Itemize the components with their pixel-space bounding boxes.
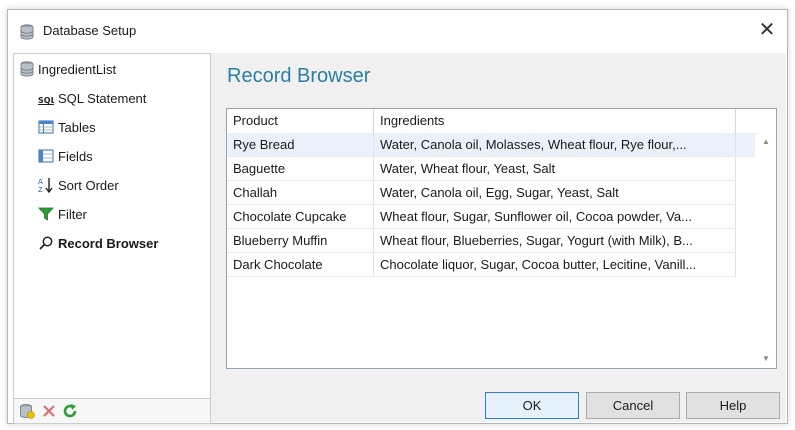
column-header-product[interactable]: Product [227,109,374,133]
table-row[interactable]: Baguette Water, Wheat flour, Yeast, Salt [227,157,755,181]
cancel-button[interactable]: Cancel [586,392,680,419]
record-grid: Product Ingredients Rye Bread Water, Can… [226,108,777,369]
main-panel: Record Browser Product Ingredients Rye B… [211,53,786,422]
cell-ingredients: Water, Canola oil, Egg, Sugar, Yeast, Sa… [374,181,736,205]
help-button[interactable]: Help [686,392,780,419]
cell-product: Dark Chocolate [227,253,374,277]
svg-text:Z: Z [38,186,43,193]
grid-header: Product Ingredients [227,109,776,134]
scroll-up-icon[interactable]: ▲ [756,135,776,149]
ok-button[interactable]: OK [485,392,579,419]
cell-product: Challah [227,181,374,205]
cell-ingredients: Chocolate liquor, Sugar, Cocoa butter, L… [374,253,736,277]
sql-icon: SQL [38,96,54,105]
sidebar-item-sql-statement[interactable]: SQL SQL Statement [38,87,146,109]
page-title: Record Browser [227,65,371,87]
sidebar-item-tables[interactable]: Tables [38,116,96,138]
filter-icon [38,207,54,221]
cell-ingredients: Water, Canola oil, Molasses, Wheat flour… [374,133,736,157]
svg-text:SQL: SQL [38,96,54,105]
database-icon [20,24,34,40]
window-title: Database Setup [43,23,137,38]
sidebar-item-sort-order[interactable]: A Z Sort Order [38,174,119,196]
sidebar-item-label: SQL Statement [58,90,147,106]
sort-icon: A Z [38,178,53,193]
table-row[interactable]: Chocolate Cupcake Wheat flour, Sugar, Su… [227,205,755,229]
scroll-down-icon[interactable]: ▼ [756,352,776,366]
sidebar-item-label: Record Browser [58,235,159,251]
table-row[interactable]: Rye Bread Water, Canola oil, Molasses, W… [227,133,755,157]
sidebar-item-record-browser[interactable]: Record Browser [38,232,158,254]
sidebar-item-label: IngredientList [38,61,117,77]
sidebar: IngredientList SQL SQL Statement Tables [13,53,211,424]
sidebar-toolbar [14,398,210,423]
vertical-scrollbar[interactable]: ▲ ▼ [756,133,776,368]
add-database-icon[interactable] [19,403,35,419]
sidebar-item-label: Tables [58,119,96,135]
table-icon [38,120,54,134]
sidebar-item-label: Fields [58,148,93,164]
delete-icon[interactable] [41,403,57,419]
cell-ingredients: Wheat flour, Sugar, Sunflower oil, Cocoa… [374,205,736,229]
title-bar: Database Setup ✕ [8,10,787,52]
cell-ingredients: Wheat flour, Blueberries, Sugar, Yogurt … [374,229,736,253]
table-row[interactable]: Blueberry Muffin Wheat flour, Blueberrie… [227,229,755,253]
sidebar-item-fields[interactable]: Fields [38,145,93,167]
column-header-ingredients[interactable]: Ingredients [374,109,736,133]
table-row[interactable]: Dark Chocolate Chocolate liquor, Sugar, … [227,253,755,277]
sidebar-item-ingredientlist[interactable]: IngredientList [20,58,116,80]
cell-product: Chocolate Cupcake [227,205,374,229]
sidebar-item-label: Sort Order [58,177,119,193]
sidebar-item-label: Filter [58,206,87,222]
cell-product: Blueberry Muffin [227,229,374,253]
refresh-icon[interactable] [62,403,78,419]
sidebar-item-filter[interactable]: Filter [38,203,87,225]
fields-icon [38,149,54,163]
cell-product: Rye Bread [227,133,374,157]
close-button[interactable]: ✕ [753,18,781,44]
database-setup-dialog: Database Setup ✕ IngredientList SQL SQL … [7,9,788,424]
cell-product: Baguette [227,157,374,181]
table-row[interactable]: Challah Water, Canola oil, Egg, Sugar, Y… [227,181,755,205]
search-icon [39,236,53,250]
close-icon: ✕ [758,19,776,41]
svg-text:A: A [38,178,43,186]
cell-ingredients: Water, Wheat flour, Yeast, Salt [374,157,736,181]
database-icon [20,61,34,77]
